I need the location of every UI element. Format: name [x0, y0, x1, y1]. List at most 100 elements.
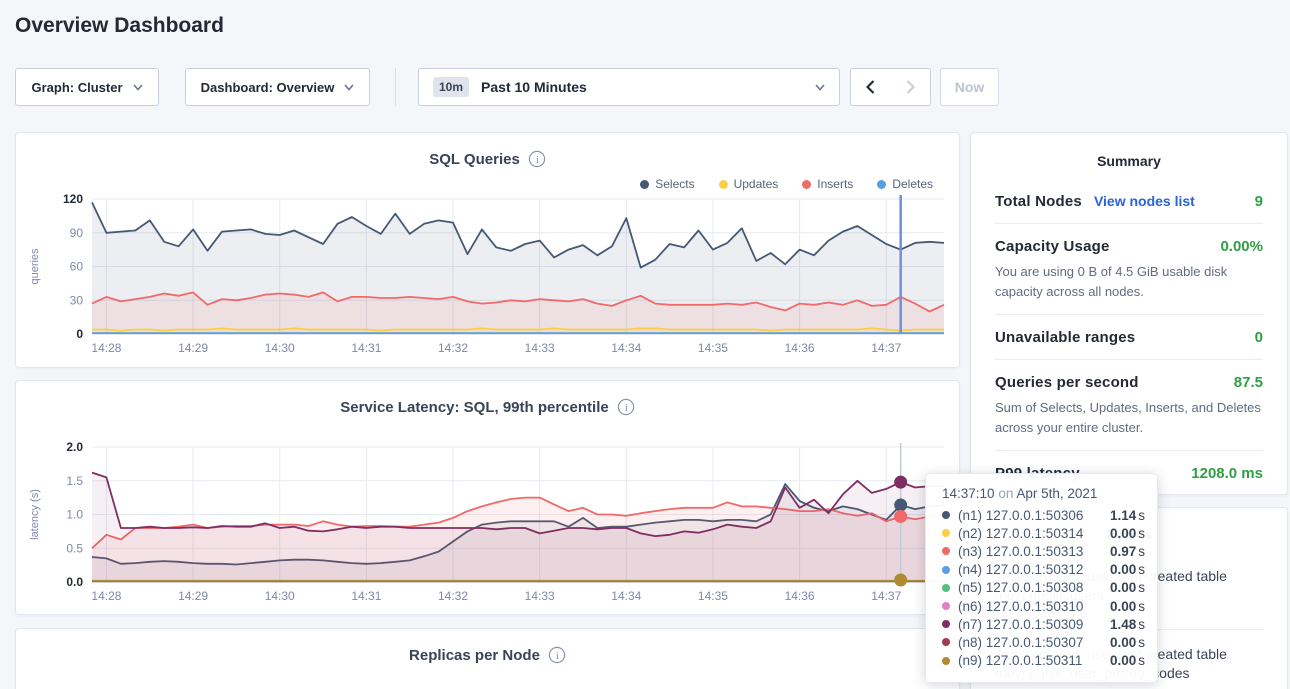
node-8-dot: [942, 638, 950, 646]
p99-latency-value: 1208.0 ms: [1191, 465, 1263, 482]
summary-row-total-nodes: Total Nodes View nodes list 9: [995, 179, 1263, 224]
svg-text:14:35: 14:35: [698, 341, 728, 355]
svg-text:14:32: 14:32: [438, 589, 468, 603]
chart-hover-tooltip: 14:37:10 on Apr 5th, 2021 (n1) 127.0.0.1…: [925, 473, 1158, 683]
sql-queries-chart[interactable]: 0 30 60 90 120 14:28 14:29 14:30 14:31 14:32 14:33…: [24, 191, 953, 362]
chevron-down-icon: [133, 84, 143, 91]
svg-text:i: i: [625, 402, 628, 414]
unavailable-ranges-value: 0: [1255, 329, 1263, 346]
node-4-dot: [942, 566, 950, 574]
svg-text:14:30: 14:30: [265, 589, 295, 603]
svg-text:queries: queries: [29, 248, 41, 285]
tooltip-node-row: (n7) 127.0.0.1:503091.48s: [942, 615, 1143, 633]
legend-item-inserts[interactable]: Inserts: [802, 177, 853, 191]
replicas-per-node-panel: Replicas per Node i: [15, 628, 960, 689]
graph-dropdown[interactable]: Graph: Cluster: [15, 68, 159, 106]
inserts-dot: [802, 180, 811, 189]
dashboard-dropdown-label: Dashboard: Overview: [201, 80, 335, 95]
svg-text:14:37: 14:37: [871, 341, 901, 355]
svg-text:14:33: 14:33: [525, 341, 555, 355]
service-latency-chart[interactable]: 0.00.51.01.52.014:2814:2914:3014:3114:32…: [24, 439, 953, 610]
svg-text:14:32: 14:32: [438, 341, 468, 355]
svg-text:14:34: 14:34: [611, 589, 641, 603]
controls-divider: [395, 68, 396, 106]
tooltip-node-row: (n8) 127.0.0.1:503070.00s: [942, 633, 1143, 651]
chevron-down-icon: [344, 84, 354, 91]
queries-per-second-value: 87.5: [1234, 374, 1263, 391]
svg-text:14:36: 14:36: [785, 341, 815, 355]
info-icon[interactable]: i: [548, 646, 566, 664]
node-6-dot: [942, 602, 950, 610]
svg-text:14:31: 14:31: [351, 341, 381, 355]
node-3-dot: [942, 547, 950, 555]
capacity-usage-value: 0.00%: [1220, 238, 1263, 255]
svg-text:14:37: 14:37: [871, 589, 901, 603]
chevron-down-icon: [815, 84, 825, 91]
svg-text:14:34: 14:34: [611, 341, 641, 355]
time-range-label: Past 10 Minutes: [481, 79, 803, 95]
node-7-dot: [942, 620, 950, 628]
svg-text:90: 90: [70, 226, 84, 240]
svg-text:14:28: 14:28: [91, 589, 121, 603]
svg-text:14:35: 14:35: [698, 589, 728, 603]
svg-text:14:33: 14:33: [525, 589, 555, 603]
legend-item-selects[interactable]: Selects: [640, 177, 694, 191]
node-2-dot: [942, 529, 950, 537]
svg-text:0.5: 0.5: [66, 541, 83, 555]
tooltip-node-row: (n9) 127.0.0.1:503110.00s: [942, 652, 1143, 670]
deletes-dot: [877, 180, 886, 189]
time-forward-button[interactable]: [890, 68, 931, 106]
page-title: Overview Dashboard: [15, 14, 224, 38]
time-range-selector[interactable]: 10m Past 10 Minutes: [418, 68, 840, 106]
summary-panel: Summary Total Nodes View nodes list 9 Ca…: [970, 132, 1288, 495]
tooltip-node-row: (n6) 127.0.0.1:503100.00s: [942, 597, 1143, 615]
summary-row-unavailable: Unavailable ranges 0: [995, 315, 1263, 360]
view-nodes-list-link[interactable]: View nodes list: [1094, 193, 1243, 209]
svg-text:0.0: 0.0: [66, 575, 83, 589]
tooltip-node-row: (n2) 127.0.0.1:503140.00s: [942, 524, 1143, 542]
total-nodes-value: 9: [1255, 193, 1263, 210]
selects-dot: [640, 180, 649, 189]
summary-title: Summary: [995, 153, 1263, 169]
updates-dot: [719, 180, 728, 189]
node-5-dot: [942, 584, 950, 592]
now-button[interactable]: Now: [940, 68, 999, 106]
svg-text:14:28: 14:28: [91, 341, 121, 355]
svg-text:120: 120: [63, 192, 83, 206]
tooltip-timestamp: 14:37:10 on Apr 5th, 2021: [942, 486, 1143, 501]
svg-text:i: i: [536, 154, 539, 166]
svg-text:14:36: 14:36: [785, 589, 815, 603]
svg-text:i: i: [556, 650, 559, 662]
time-back-button[interactable]: [850, 68, 891, 106]
replicas-per-node-title: Replicas per Node: [409, 647, 540, 664]
sql-queries-legend: Selects Updates Inserts Deletes: [640, 177, 933, 191]
svg-text:14:29: 14:29: [178, 341, 208, 355]
svg-text:30: 30: [70, 293, 84, 307]
svg-text:14:29: 14:29: [178, 589, 208, 603]
graph-dropdown-label: Graph: Cluster: [31, 80, 122, 95]
sql-queries-panel: SQL Queries i Selects Updates Inserts De…: [15, 132, 960, 368]
svg-text:60: 60: [70, 260, 84, 274]
service-latency-title: Service Latency: SQL, 99th percentile: [340, 399, 608, 416]
time-range-badge: 10m: [433, 77, 469, 97]
sql-queries-title: SQL Queries: [429, 151, 520, 168]
svg-text:14:30: 14:30: [265, 341, 295, 355]
legend-item-updates[interactable]: Updates: [719, 177, 779, 191]
dashboard-dropdown[interactable]: Dashboard: Overview: [185, 68, 370, 106]
service-latency-panel: Service Latency: SQL, 99th percentile i …: [15, 380, 960, 615]
svg-text:latency (s): latency (s): [29, 489, 41, 540]
svg-text:14:31: 14:31: [351, 589, 381, 603]
qps-caption: Sum of Selects, Updates, Inserts, and De…: [995, 398, 1263, 437]
summary-row-capacity: Capacity Usage 0.00% You are using 0 B o…: [995, 224, 1263, 315]
tooltip-node-row: (n1) 127.0.0.1:503061.14s: [942, 506, 1143, 524]
tooltip-node-row: (n3) 127.0.0.1:503130.97s: [942, 542, 1143, 560]
chevron-left-icon: [866, 80, 875, 94]
svg-text:0: 0: [76, 327, 83, 341]
summary-row-qps: Queries per second 87.5 Sum of Selects, …: [995, 360, 1263, 451]
info-icon[interactable]: i: [528, 150, 546, 168]
legend-item-deletes[interactable]: Deletes: [877, 177, 933, 191]
svg-text:1.0: 1.0: [66, 508, 83, 522]
info-icon[interactable]: i: [617, 398, 635, 416]
tooltip-node-row: (n5) 127.0.0.1:503080.00s: [942, 579, 1143, 597]
tooltip-node-row: (n4) 127.0.0.1:503120.00s: [942, 561, 1143, 579]
